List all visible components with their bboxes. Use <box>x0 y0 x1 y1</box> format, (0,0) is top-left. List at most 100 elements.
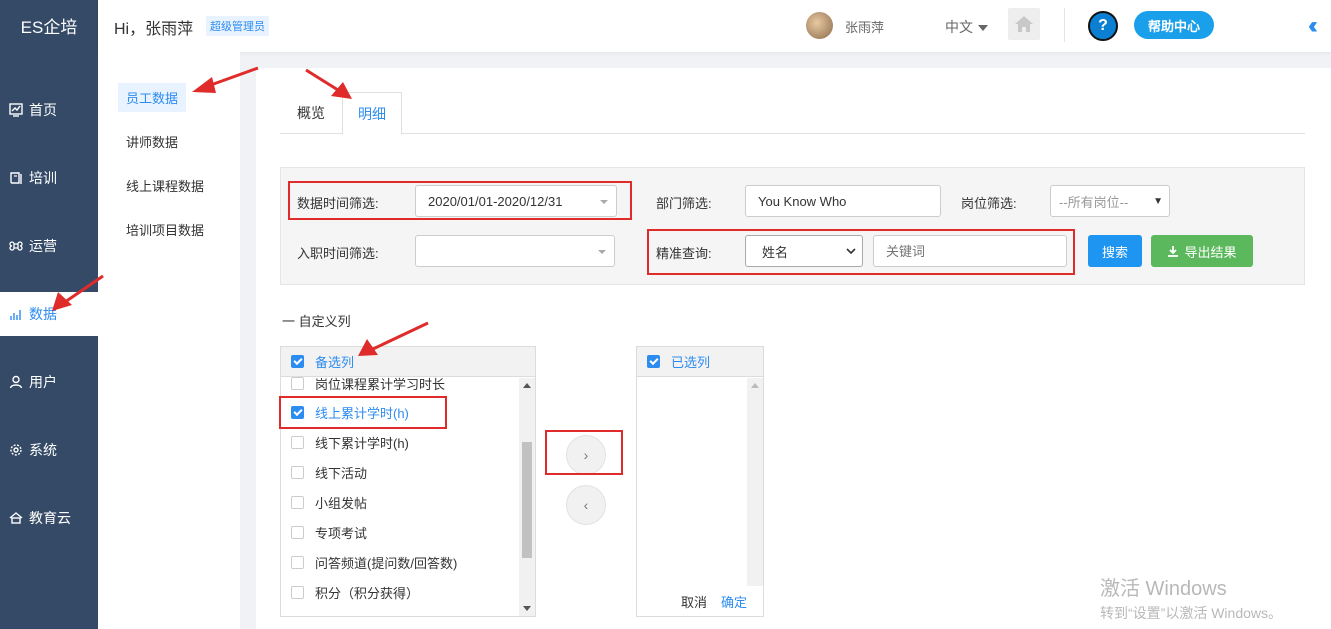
command-icon <box>8 238 24 254</box>
tab-overview[interactable]: 概览 <box>280 92 342 134</box>
scroll-up-icon[interactable] <box>523 383 531 388</box>
gear-icon <box>8 442 24 458</box>
home-button[interactable] <box>1008 8 1040 40</box>
cancel-button[interactable]: 取消 <box>681 592 707 611</box>
list-item[interactable]: 专项考试 <box>291 522 367 542</box>
subnav-online-course-data[interactable]: 线上课程数据 <box>118 171 212 200</box>
subnav-employee-data[interactable]: 员工数据 <box>118 83 187 112</box>
list-item[interactable]: 线下活动 <box>291 462 367 482</box>
caret-down-icon <box>978 25 988 32</box>
help-question-icon[interactable]: ? <box>1088 11 1118 41</box>
selected-columns-title: 已选列 <box>671 355 711 370</box>
precise-type-select[interactable]: 姓名 <box>745 235 863 267</box>
nav-item-users[interactable]: 用户 <box>0 360 98 404</box>
post-filter-value: --所有岗位-- <box>1059 194 1129 210</box>
export-label: 导出结果 <box>1184 244 1237 260</box>
scroll-up-icon[interactable] <box>751 383 759 388</box>
nav-label: 培训 <box>29 170 57 186</box>
home-icon <box>1015 16 1033 32</box>
tab-detail[interactable]: 明细 <box>342 92 402 135</box>
list-item-label: 专项考试 <box>315 525 368 541</box>
avatar[interactable] <box>806 12 833 39</box>
keyword-input[interactable] <box>873 235 1067 267</box>
app-logo: ES企培 <box>20 17 78 37</box>
nav-label: 教育云 <box>29 510 71 526</box>
scroll-down-icon[interactable] <box>523 606 531 611</box>
list-item[interactable]: 问答频道(提问数/回答数) <box>291 552 457 572</box>
select-all-checkbox[interactable] <box>291 355 304 368</box>
data-subnav: 员工数据 讲师数据 线上课程数据 培训项目数据 <box>98 52 240 629</box>
list-item[interactable]: 积分（积分获得） <box>291 582 419 602</box>
confirm-button[interactable]: 确定 <box>721 592 747 611</box>
nav-item-system[interactable]: 系统 <box>0 428 98 472</box>
nav-label: 用户 <box>29 374 57 390</box>
checkbox[interactable] <box>291 465 304 479</box>
precise-type-value: 姓名 <box>762 244 789 260</box>
cloud-icon <box>8 510 24 526</box>
nav-item-training[interactable]: 培训 <box>0 156 98 200</box>
top-header: Hi，张雨萍 超级管理员 张雨萍 中文 ? 帮助中心 ‹‹ <box>98 0 1331 52</box>
list-item-label: 积分（积分获得） <box>315 585 420 601</box>
list-item-label: 线下活动 <box>315 465 368 481</box>
dept-filter-input[interactable]: You Know Who <box>745 185 941 217</box>
book-icon <box>8 170 24 186</box>
list-item-label: 岗位课程累计学习时长 <box>315 376 446 392</box>
nav-label: 数据 <box>29 306 57 322</box>
left-nav: ES企培 首页 培训 运营 数据 用户 系统 教育云 <box>0 0 98 629</box>
nav-item-operations[interactable]: 运营 <box>0 224 98 268</box>
checkbox[interactable] <box>291 525 304 539</box>
list-item[interactable]: 线下累计学时(h) <box>291 432 409 452</box>
join-date-select[interactable] <box>415 235 615 267</box>
list-item[interactable]: 岗位课程累计学习时长 <box>291 373 445 393</box>
post-filter-label: 岗位筛选: <box>961 196 1017 211</box>
selected-columns-panel: 已选列 取消 确定 <box>636 346 764 617</box>
watermark-subtitle: 转到“设置”以激活 Windows。 <box>1100 605 1283 621</box>
language-select[interactable]: 中文 <box>945 17 988 37</box>
list-item-label: 小组发帖 <box>315 495 368 511</box>
dept-filter-label: 部门筛选: <box>656 196 712 211</box>
export-button[interactable]: 导出结果 <box>1151 235 1253 267</box>
annotation-box-move-right <box>545 430 623 475</box>
selected-columns-header[interactable]: 已选列 <box>637 347 763 377</box>
selected-scrollbar[interactable] <box>747 378 763 586</box>
custom-columns-toggle[interactable]: 一 自定义列 <box>282 311 351 330</box>
checkbox[interactable] <box>291 495 304 509</box>
annotation-box-time <box>288 181 632 220</box>
tab-bar: 概览 明细 <box>280 92 1305 135</box>
checkbox[interactable] <box>291 435 304 449</box>
available-scrollbar[interactable] <box>519 378 535 616</box>
list-item[interactable]: 小组发帖 <box>291 492 367 512</box>
nav-item-data[interactable]: 数据 <box>0 292 98 336</box>
checkbox[interactable] <box>291 585 304 599</box>
username[interactable]: 张雨萍 <box>845 17 884 36</box>
list-item-label: 问答频道(提问数/回答数) <box>315 555 458 571</box>
greeting: Hi，张雨萍 <box>114 21 194 38</box>
checkbox[interactable] <box>291 376 304 390</box>
search-button[interactable]: 搜索 <box>1088 235 1142 267</box>
subnav-training-project-data[interactable]: 培训项目数据 <box>118 215 212 244</box>
subnav-lecturer-data[interactable]: 讲师数据 <box>118 127 186 156</box>
select-all-checkbox[interactable] <box>647 355 660 368</box>
move-left-button[interactable]: ‹ <box>566 485 606 525</box>
caret-down-icon <box>598 250 606 254</box>
help-center-button[interactable]: 帮助中心 <box>1134 11 1215 39</box>
checkbox[interactable] <box>291 555 304 569</box>
list-item-label: 线下累计学时(h) <box>315 435 409 451</box>
main-content: 概览 明细 数据时间筛选: 2020/01/01-2020/12/31 部门筛选… <box>256 68 1331 629</box>
available-columns-panel: 备选列 岗位课程累计学习时长 线上累计学时(h) 线下累计学时(h) 线下活动 … <box>279 346 536 617</box>
nav-item-edu-cloud[interactable]: 教育云 <box>0 496 98 540</box>
download-icon <box>1168 246 1179 257</box>
collapse-chevrons-icon[interactable]: ‹‹ <box>1308 12 1318 40</box>
windows-activation-watermark: 激活 Windows 转到“设置”以激活 Windows。 <box>1100 572 1282 623</box>
nav-label: 首页 <box>29 102 57 118</box>
selected-panel-footer: 取消 确定 <box>637 586 763 616</box>
nav-item-home[interactable]: 首页 <box>0 88 98 132</box>
dept-filter-value: You Know Who <box>758 193 847 209</box>
header-divider <box>1064 8 1065 42</box>
language-label: 中文 <box>945 19 973 35</box>
chart-line-icon <box>8 102 24 118</box>
post-filter-select[interactable]: --所有岗位-- ▼ <box>1050 185 1170 217</box>
filter-panel: 数据时间筛选: 2020/01/01-2020/12/31 部门筛选: You … <box>280 167 1305 285</box>
scroll-thumb[interactable] <box>522 442 532 558</box>
join-filter-label: 入职时间筛选: <box>297 246 379 261</box>
